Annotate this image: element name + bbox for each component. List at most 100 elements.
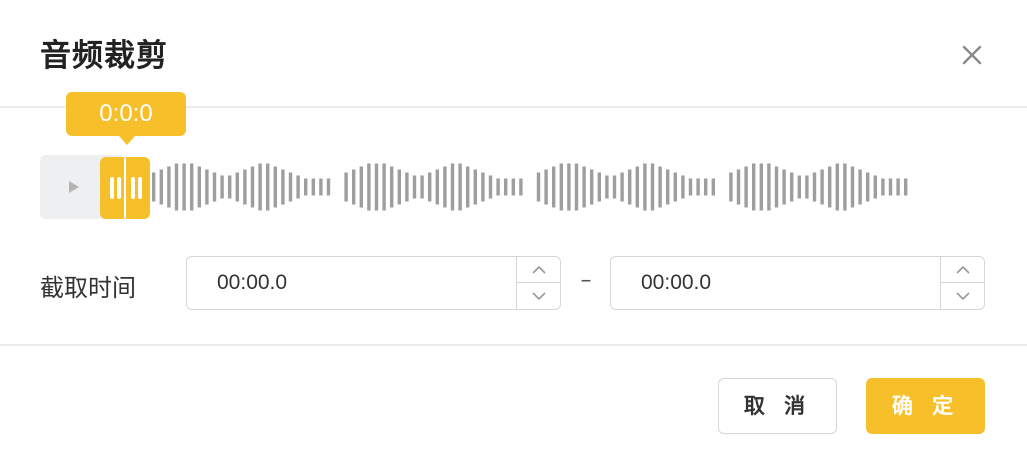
handle-grip <box>117 177 121 199</box>
waveform-bar <box>866 172 870 202</box>
waveform-bar <box>574 163 579 211</box>
waveform-bar <box>704 178 708 196</box>
handle-grip <box>138 177 142 199</box>
waveform-bar <box>228 175 232 199</box>
end-decrement-button[interactable] <box>941 283 984 309</box>
start-stepper-controls <box>516 257 560 309</box>
waveform-bar <box>828 166 832 208</box>
waveform-bar <box>374 163 379 211</box>
waveform-bar <box>711 178 715 196</box>
end-time-input[interactable] <box>611 257 939 309</box>
waveform-bar <box>258 163 262 211</box>
waveform-bar <box>182 163 186 211</box>
waveform-bar <box>458 163 462 211</box>
waveform-bar <box>805 175 809 199</box>
waveform-track[interactable] <box>40 155 985 219</box>
waveform-bar <box>858 169 862 205</box>
waveform-bar <box>273 166 277 208</box>
start-increment-button[interactable] <box>517 257 560 283</box>
chevron-down-icon <box>532 292 546 301</box>
start-time-stepper <box>186 256 561 310</box>
waveform-bar <box>559 163 563 211</box>
tooltip-arrow <box>119 136 135 145</box>
start-decrement-button[interactable] <box>517 283 560 309</box>
chevron-down-icon <box>956 292 970 301</box>
waveform-bar <box>673 172 677 202</box>
cancel-button[interactable]: 取 消 <box>718 378 837 434</box>
waveform-bar <box>519 178 523 196</box>
waveform-bar <box>288 172 293 202</box>
waveform-bar <box>420 175 424 199</box>
start-time-input[interactable] <box>187 257 515 309</box>
waveform-bar <box>266 163 270 211</box>
waveform-bar <box>582 166 586 208</box>
waveform-bar <box>466 166 470 208</box>
waveform-bar <box>352 169 356 205</box>
waveform-bar <box>752 163 756 211</box>
waveform-bar <box>843 163 847 211</box>
waveform-bar <box>304 178 308 196</box>
waveform-bar <box>643 163 647 211</box>
end-increment-button[interactable] <box>941 257 984 283</box>
waveform-bars <box>152 163 908 211</box>
waveform-bar <box>450 163 455 211</box>
waveform-bar <box>412 175 417 199</box>
waveform-bar <box>767 163 771 211</box>
waveform-bar <box>812 172 817 202</box>
trim-handle[interactable] <box>100 157 150 219</box>
waveform-bar <box>167 166 171 208</box>
waveform-bar <box>397 169 401 205</box>
end-stepper-controls <box>940 257 984 309</box>
waveform-bar <box>220 175 224 199</box>
waveform-bar <box>605 175 609 199</box>
waveform-bar <box>311 178 315 196</box>
waveform-bar <box>759 163 763 211</box>
waveform-bar <box>174 163 179 211</box>
waveform-bar <box>688 178 693 196</box>
waveform-bar <box>473 169 477 205</box>
waveform-bar <box>536 172 541 202</box>
waveform-bar <box>496 178 500 196</box>
waveform-bar <box>820 169 824 205</box>
waveform-bar <box>888 178 893 196</box>
waveform-bar <box>481 172 485 202</box>
waveform-bar <box>359 166 363 208</box>
waveform-bar <box>736 169 741 205</box>
close-icon[interactable] <box>955 38 989 72</box>
waveform-bar <box>212 172 217 202</box>
confirm-button[interactable]: 确 定 <box>866 378 985 434</box>
waveform-bar <box>681 175 685 199</box>
chevron-up-icon <box>532 265 546 274</box>
chevron-up-icon <box>956 265 970 274</box>
dialog-title: 音频裁剪 <box>40 38 168 74</box>
waveform-bar <box>235 172 239 202</box>
waveform-bar <box>382 163 386 211</box>
handle-grip <box>110 177 114 199</box>
footer-divider <box>0 344 1027 346</box>
waveform-bar <box>896 178 900 196</box>
waveform-bar <box>405 172 409 202</box>
waveform-bar <box>319 178 323 196</box>
waveform-bar <box>696 178 700 196</box>
waveform-bar <box>190 163 194 211</box>
waveform-bar <box>590 169 594 205</box>
waveform-bar <box>243 169 247 205</box>
waveform-bar <box>367 163 371 211</box>
waveform-bar <box>620 172 624 202</box>
range-label: 截取时间 <box>40 274 136 302</box>
waveform-bar <box>504 178 508 196</box>
waveform-bar <box>729 172 733 202</box>
waveform-bar <box>544 169 548 205</box>
waveform-bar <box>567 163 571 211</box>
waveform-bar <box>390 166 394 208</box>
handle-grip <box>131 177 135 199</box>
waveform-bar <box>511 178 515 196</box>
waveform-bar <box>635 166 639 208</box>
waveform-bar <box>281 169 285 205</box>
waveform-bar <box>658 166 662 208</box>
waveform-bar <box>782 169 786 205</box>
waveform-bar <box>850 166 855 208</box>
waveform-bar <box>326 178 331 196</box>
playhead-time-tooltip: 0:0:0 <box>66 92 186 136</box>
waveform-bar <box>205 169 209 205</box>
